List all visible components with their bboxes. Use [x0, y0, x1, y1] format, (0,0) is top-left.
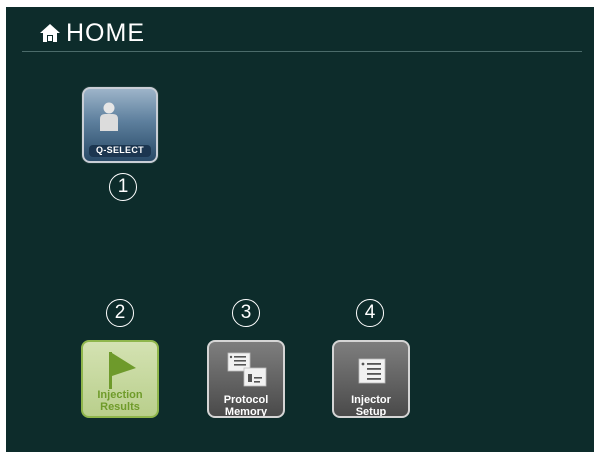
injector-setup-label-line2: Setup	[355, 406, 387, 418]
injector-setup-button[interactable]: Injector Setup	[332, 340, 410, 418]
header-divider	[22, 51, 582, 52]
callout-number-2: 2	[106, 299, 134, 327]
injection-results-button[interactable]: Injection Results	[81, 340, 159, 418]
person-icon	[100, 102, 118, 131]
home-screen: HOME Q-SELECT 1 Injection Results 2 Prot…	[6, 7, 594, 452]
protocol-memory-label-line1: Protocol	[223, 394, 269, 406]
home-icon	[40, 24, 60, 42]
flag-icon	[109, 352, 136, 389]
callout-number-4: 4	[356, 299, 384, 327]
protocol-memory-icon	[227, 352, 267, 387]
callout-number-1: 1	[109, 173, 137, 201]
injection-results-label: Injection Results	[83, 389, 157, 413]
q-select-label: Q-SELECT	[96, 145, 144, 155]
injector-setup-label-line1: Injector	[351, 394, 391, 406]
q-select-button[interactable]: Q-SELECT	[82, 87, 158, 163]
header: HOME	[6, 7, 594, 52]
protocol-memory-label-line2: Memory	[224, 406, 268, 418]
protocol-memory-button[interactable]: Protocol Memory	[207, 340, 285, 418]
injection-results-label-line2: Results	[100, 401, 140, 413]
injector-setup-label: Injector Setup	[334, 394, 408, 418]
callout-number-3: 3	[232, 299, 260, 327]
injector-setup-icon	[358, 358, 386, 384]
page-title: HOME	[66, 19, 145, 47]
protocol-memory-label: Protocol Memory	[209, 394, 283, 418]
injection-results-label-line1: Injection	[97, 389, 143, 401]
